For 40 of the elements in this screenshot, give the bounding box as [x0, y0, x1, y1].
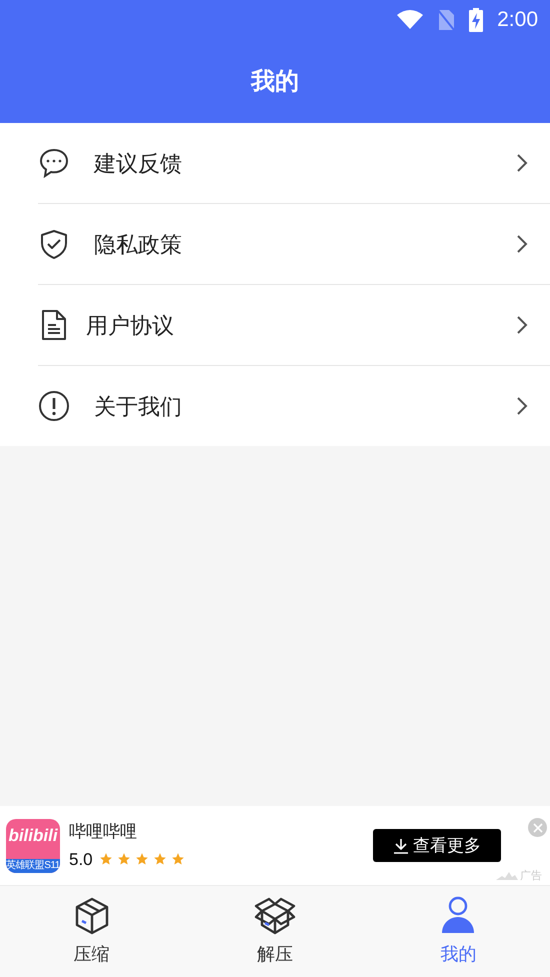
close-icon: [532, 822, 542, 832]
menu-item[interactable]: 建议反馈: [0, 123, 550, 203]
battery-charging-icon: [469, 8, 484, 32]
star-icon: [134, 852, 149, 866]
status-time: 2:00: [497, 7, 538, 34]
ad-logo-icon: [496, 872, 518, 880]
box-icon: [74, 897, 110, 935]
menu-label: 建议反馈: [94, 150, 182, 178]
chevron-right-icon: [516, 153, 528, 173]
chevron-right-icon: [516, 315, 528, 335]
menu-label: 关于我们: [94, 392, 182, 420]
chevron-right-icon: [516, 396, 528, 416]
menu-label: 用户协议: [86, 312, 174, 340]
nav-tab[interactable]: 我的: [366, 886, 550, 977]
star-icon: [170, 852, 185, 866]
logo-banner: 英雄联盟S11: [6, 858, 60, 872]
menu-item[interactable]: 用户协议: [0, 285, 550, 365]
menu-label: 隐私政策: [94, 230, 182, 258]
star-icon: [116, 852, 131, 866]
wifi-icon: [397, 10, 424, 30]
document-icon: [40, 309, 68, 341]
view-more-button[interactable]: 查看更多: [373, 829, 501, 862]
download-icon: [393, 838, 409, 854]
page-title: 我的: [251, 66, 299, 96]
menu-item[interactable]: 隐私政策: [0, 204, 550, 284]
star-icon: [98, 852, 113, 866]
logo-text: bilibili: [8, 826, 58, 844]
no-sim-icon: [437, 9, 456, 31]
exclamation-circle-icon: [38, 390, 70, 422]
star-icon: [152, 852, 167, 866]
chat-bubble-icon: [38, 147, 70, 179]
rating-value: 5.0: [69, 848, 93, 870]
open-box-icon: [254, 897, 296, 935]
close-button[interactable]: [528, 818, 547, 837]
menu-item[interactable]: 关于我们: [0, 366, 550, 446]
chevron-right-icon: [516, 234, 528, 254]
shield-check-icon: [38, 228, 70, 260]
app-name: 哔哩哔哩: [69, 821, 138, 843]
nav-tab[interactable]: 压缩: [0, 886, 184, 977]
nav-tab[interactable]: 解压: [183, 886, 367, 977]
